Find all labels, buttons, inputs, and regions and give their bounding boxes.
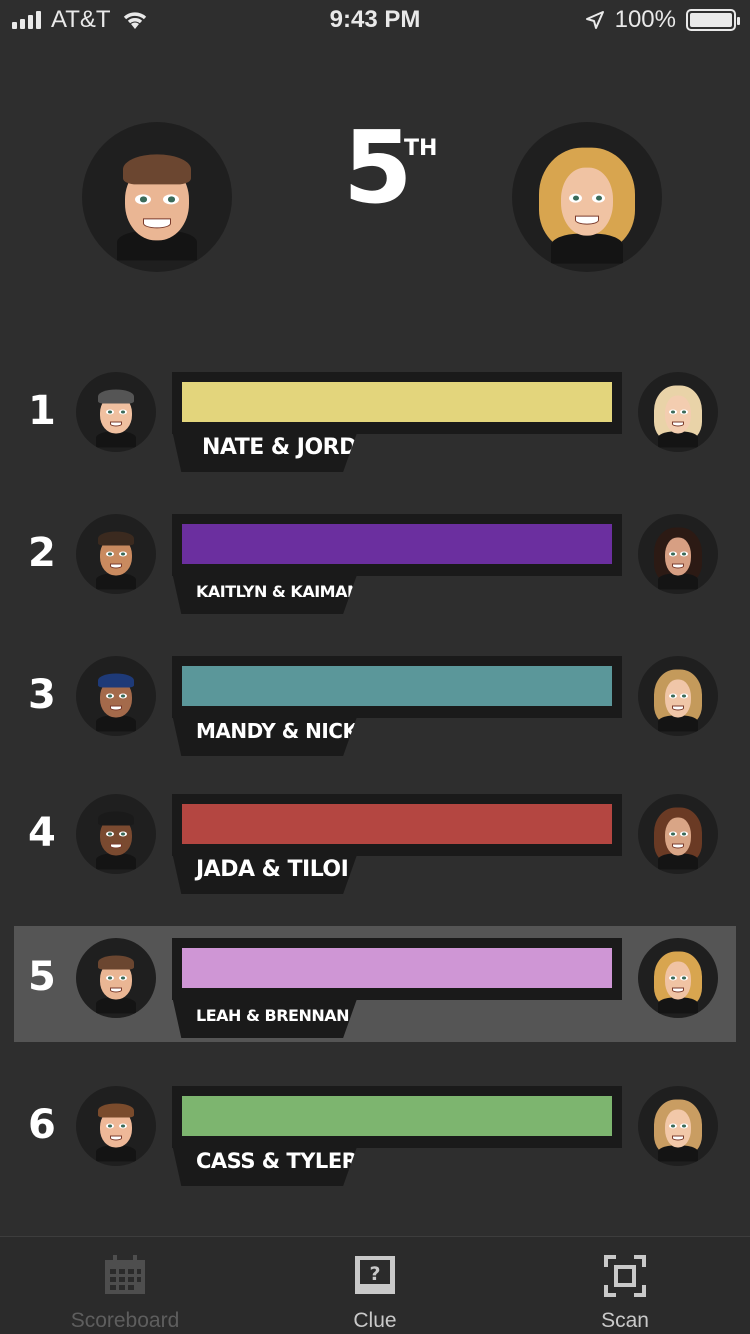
tab-clue[interactable]: ? Clue (250, 1237, 500, 1334)
team-name: CASS & TYLER (196, 1149, 358, 1173)
team-color-bar (182, 948, 612, 988)
tab-bar: Scoreboard ? Clue Scan (0, 1236, 750, 1334)
svg-text:?: ? (369, 1263, 380, 1285)
team-name: KAITLYN & KAIMANA (196, 582, 372, 601)
team-avatar-left (76, 656, 156, 736)
avatar-face (92, 525, 140, 590)
scan-frame-icon (604, 1255, 646, 1297)
team-color-bar-frame (172, 514, 622, 576)
calendar-grid-icon (105, 1255, 145, 1294)
tab-clue-label: Clue (353, 1309, 397, 1332)
team-avatar-left (76, 794, 156, 874)
team-name-tab: NATE & JORD (172, 430, 358, 472)
tab-scan[interactable]: Scan (500, 1237, 750, 1334)
avatar-face (92, 667, 140, 732)
leaderboard-row[interactable]: 5 LEAH & BRENNAN (0, 938, 750, 1053)
team-color-bar (182, 382, 612, 422)
rank-number: 3 (28, 672, 56, 718)
leaderboard-row[interactable]: 2 KAITLYN & KAIMANA (0, 514, 750, 629)
leaderboard-row[interactable]: 1 NATE & JORD (0, 372, 750, 487)
question-card-icon: ? (355, 1256, 395, 1294)
team-avatar-left (76, 938, 156, 1018)
avatar-face (92, 805, 140, 870)
current-place-suffix: TH (404, 136, 438, 161)
leaderboard-row[interactable]: 4 JADA & TILOI (0, 794, 750, 909)
tab-scan-label: Scan (601, 1309, 649, 1332)
team-avatar-left (76, 372, 156, 452)
rank-number: 1 (28, 388, 56, 434)
leaderboard-row[interactable]: 6 CASS & TYLER (0, 1086, 750, 1201)
status-bar: AT&T 9:43 PM 100% (0, 0, 750, 40)
team-color-bar (182, 804, 612, 844)
team-avatar-right (638, 1086, 718, 1166)
team-name-tab: MANDY & NICK (172, 714, 358, 756)
team-avatar-left (76, 1086, 156, 1166)
avatar-face (654, 949, 702, 1014)
team-color-bar-frame (172, 1086, 622, 1148)
team-avatar-right (638, 656, 718, 736)
avatar-face (654, 383, 702, 448)
battery-percent: 100% (614, 6, 676, 33)
avatar-face (92, 1097, 140, 1162)
team-name-tab: CASS & TYLER (172, 1144, 358, 1186)
team-avatar-left (76, 514, 156, 594)
avatar-face (117, 146, 197, 261)
avatar-face (654, 805, 702, 870)
team-color-bar-frame (172, 938, 622, 1000)
team-avatar-right (638, 372, 718, 452)
team-color-bar-frame (172, 656, 622, 718)
team-avatar-right (638, 938, 718, 1018)
avatar-face (654, 525, 702, 590)
team-color-bar (182, 524, 612, 564)
team-avatar-right (638, 794, 718, 874)
rank-number: 6 (28, 1102, 56, 1148)
team-name: JADA & TILOI (196, 857, 349, 882)
location-arrow-icon (585, 11, 604, 29)
team-color-bar (182, 666, 612, 706)
rank-number: 2 (28, 530, 56, 576)
team-avatar-right (638, 514, 718, 594)
current-player-avatar-left (82, 122, 232, 272)
current-place-number: 5 (343, 109, 413, 226)
team-name-tab: JADA & TILOI (172, 852, 358, 894)
team-color-bar-frame (172, 372, 622, 434)
team-color-bar-frame (172, 794, 622, 856)
team-color-bar (182, 1096, 612, 1136)
avatar-face (539, 144, 635, 264)
team-name: MANDY & NICK (196, 719, 358, 743)
rank-number: 4 (28, 810, 56, 856)
avatar-face (654, 1097, 702, 1162)
avatar-face (92, 383, 140, 448)
current-player-avatar-right (512, 122, 662, 272)
avatar-face (654, 667, 702, 732)
avatar-face (92, 949, 140, 1014)
team-name: NATE & JORD (202, 435, 357, 460)
battery-icon (686, 9, 740, 31)
status-right: 100% (585, 6, 740, 34)
tab-scoreboard-label: Scoreboard (70, 1309, 180, 1332)
team-name-tab: LEAH & BRENNAN (172, 996, 358, 1038)
rank-number: 5 (28, 954, 56, 1000)
team-name: LEAH & BRENNAN (196, 1006, 350, 1025)
tab-scoreboard[interactable]: Scoreboard (0, 1237, 250, 1334)
team-name-tab: KAITLYN & KAIMANA (172, 572, 358, 614)
leaderboard-row[interactable]: 3 MANDY & NICK (0, 656, 750, 771)
